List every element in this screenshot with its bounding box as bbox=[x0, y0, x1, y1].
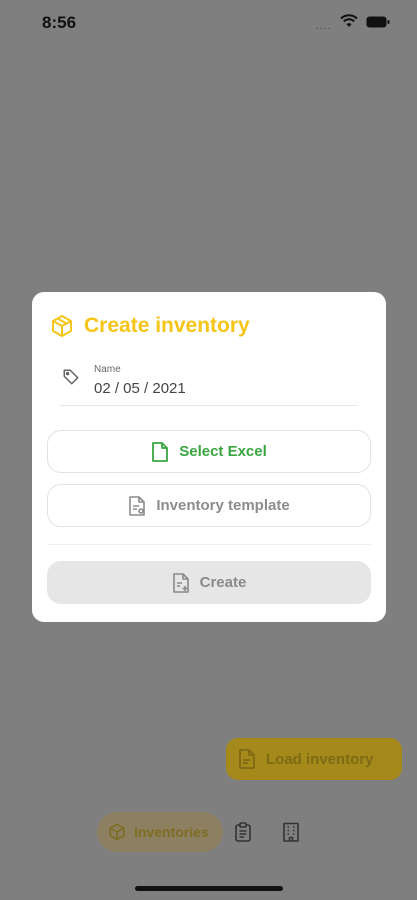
inventory-template-label: Inventory template bbox=[156, 497, 290, 514]
home-indicator bbox=[135, 886, 283, 891]
select-excel-button[interactable]: Select Excel bbox=[47, 430, 371, 473]
name-field-label: Name bbox=[94, 364, 121, 375]
file-plus-icon bbox=[172, 572, 189, 593]
nav-item-inventories[interactable]: Inventories bbox=[97, 812, 223, 852]
create-label: Create bbox=[199, 574, 247, 591]
create-inventory-dialog: Create inventory Name 02 / 05 / 2021 Sel… bbox=[32, 292, 386, 622]
wifi-icon bbox=[340, 14, 358, 27]
name-field-value[interactable]: 02 / 05 / 2021 bbox=[94, 380, 186, 397]
status-time: 8:56 bbox=[42, 13, 77, 32]
dialog-divider bbox=[47, 544, 371, 545]
building-icon[interactable] bbox=[281, 822, 301, 842]
box-icon bbox=[109, 823, 125, 841]
name-field[interactable]: Name 02 / 05 / 2021 bbox=[60, 364, 358, 406]
status-bar: 8:56 .... bbox=[0, 0, 417, 46]
battery-icon bbox=[366, 16, 390, 28]
select-excel-label: Select Excel bbox=[179, 443, 267, 460]
create-button[interactable]: Create bbox=[47, 561, 371, 604]
inventory-template-button[interactable]: Inventory template bbox=[47, 484, 371, 527]
file-template-icon bbox=[129, 495, 146, 516]
dialog-header: Create inventory bbox=[50, 312, 250, 340]
nav-item-inventories-label: Inventories bbox=[134, 824, 209, 840]
load-inventory-label: Load inventory bbox=[266, 750, 374, 768]
file-icon bbox=[239, 749, 255, 769]
box-icon bbox=[52, 315, 72, 337]
dialog-title: Create inventory bbox=[84, 314, 250, 337]
file-icon bbox=[152, 441, 169, 462]
load-inventory-button[interactable]: Load inventory bbox=[226, 738, 402, 780]
tag-icon bbox=[63, 369, 79, 385]
clipboard-icon[interactable] bbox=[233, 822, 253, 842]
signal-icon: .... bbox=[316, 22, 332, 32]
